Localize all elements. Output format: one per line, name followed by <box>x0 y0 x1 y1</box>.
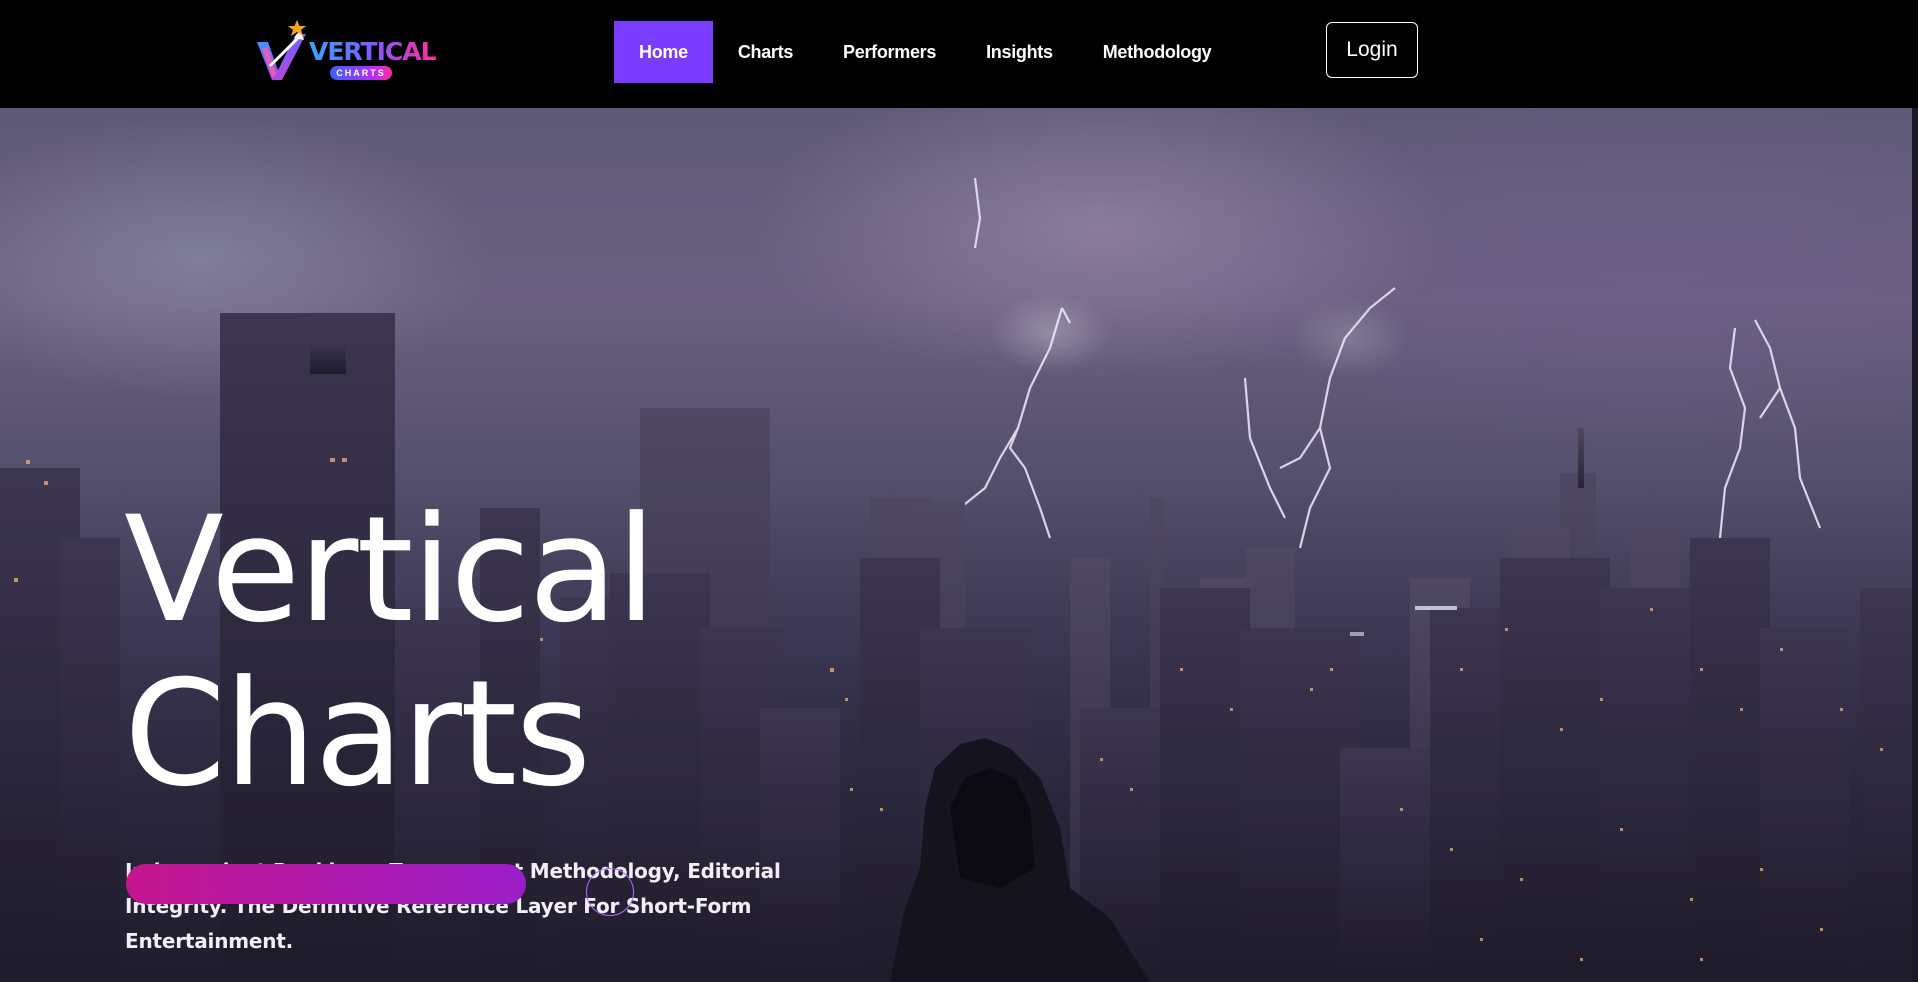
logo-tagline: CHARTS <box>330 66 392 80</box>
logo-wordmark: VERTICAL <box>309 37 437 66</box>
hero-section: Vertical Charts Independent Rankings, Tr… <box>0 108 1918 982</box>
hero-title-line-2: Charts <box>124 649 591 819</box>
nav-item-methodology[interactable]: Methodology <box>1078 21 1237 83</box>
hero-primary-button[interactable] <box>126 864 526 904</box>
nav-item-charts[interactable]: Charts <box>713 21 818 83</box>
top-navbar: VERTICAL CHARTS Home Charts Performers I… <box>0 0 1918 108</box>
login-button[interactable]: Login <box>1326 22 1418 78</box>
nav-item-performers[interactable]: Performers <box>818 21 961 83</box>
brand-logo[interactable]: VERTICAL CHARTS <box>256 18 437 84</box>
hero-play-button[interactable] <box>586 868 634 916</box>
hero-title-line-1: Vertical <box>124 485 657 655</box>
main-nav: Home Charts Performers Insights Methodol… <box>614 21 1236 83</box>
hero-title: Vertical Charts <box>124 485 657 819</box>
nav-item-home[interactable]: Home <box>614 21 713 83</box>
nav-item-insights[interactable]: Insights <box>961 21 1078 83</box>
logo-mark-icon <box>257 20 306 80</box>
page-scrollbar[interactable] <box>1912 108 1918 982</box>
